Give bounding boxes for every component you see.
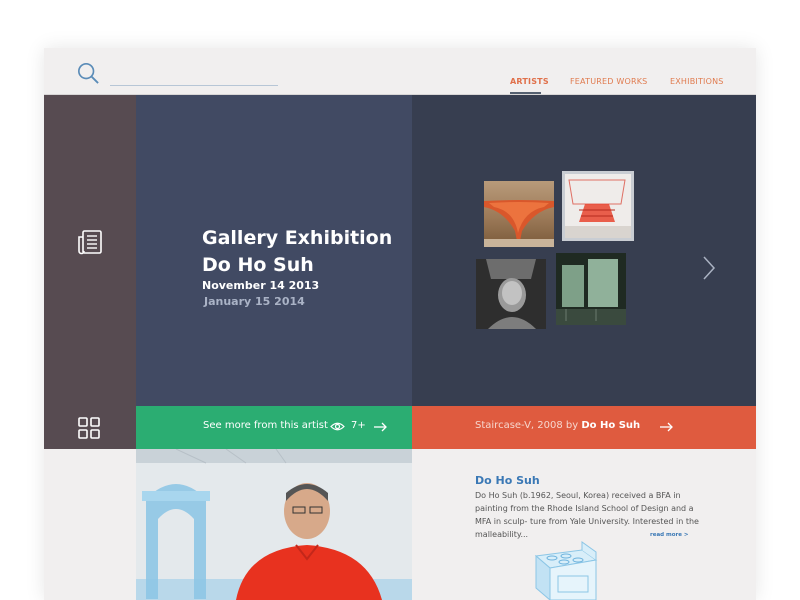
artwork-gallery: [412, 95, 756, 406]
search-input[interactable]: [110, 66, 282, 86]
nav-tab-artists[interactable]: ARTISTS: [510, 77, 549, 86]
artist-name-link[interactable]: Do Ho Suh: [475, 474, 540, 487]
search-underline: [110, 85, 278, 86]
grid-icon[interactable]: [78, 417, 100, 439]
nav-tab-exhibitions[interactable]: EXHIBITIONS: [670, 77, 724, 86]
see-more-label: See more from this artist: [203, 420, 328, 431]
featured-artwork-link[interactable]: Staircase-V, 2008 by Do Ho Suh: [412, 406, 756, 449]
arrow-right-icon: [374, 422, 387, 432]
read-more-link[interactable]: read more >: [650, 532, 688, 538]
eye-icon: [330, 422, 345, 431]
artwork-thumbnail-4[interactable]: [556, 253, 626, 325]
exhibition-start-date: November 14 2013: [202, 279, 320, 292]
exhibition-title: Gallery Exhibition Do Ho Suh: [202, 225, 392, 279]
exhibition-end-date: January 15 2014: [204, 295, 305, 308]
newspaper-icon[interactable]: [76, 229, 104, 257]
artwork-title: Staircase-V, 2008 by: [475, 420, 582, 431]
artwork-stove-image[interactable]: [530, 540, 600, 600]
artwork-thumbnail-3[interactable]: [476, 259, 546, 329]
grid-view-cell: [44, 406, 136, 449]
exhibition-artist-name: Do Ho Suh: [202, 254, 314, 276]
arrow-right-icon: [660, 422, 673, 432]
exhibition-hero: Gallery Exhibition Do Ho Suh November 14…: [136, 95, 412, 406]
sidebar: [44, 95, 136, 406]
see-more-artist-button[interactable]: See more from this artist 7+: [136, 406, 412, 449]
nav-tab-featured-works[interactable]: FEATURED WORKS: [570, 77, 647, 86]
artwork-thumbnail-1[interactable]: [484, 181, 554, 247]
artwork-caption: Staircase-V, 2008 by Do Ho Suh: [475, 420, 640, 431]
artwork-thumbnail-2[interactable]: [562, 171, 634, 241]
exhibition-title-line1: Gallery Exhibition: [202, 227, 393, 249]
search-icon[interactable]: [77, 62, 99, 84]
app-window: ARTISTS FEATURED WORKS EXHIBITIONS Galle…: [44, 48, 756, 600]
views-count: 7+: [351, 420, 366, 431]
chevron-right-icon[interactable]: [702, 255, 716, 281]
artwork-artist: Do Ho Suh: [581, 420, 641, 431]
artist-photo[interactable]: [136, 449, 412, 600]
